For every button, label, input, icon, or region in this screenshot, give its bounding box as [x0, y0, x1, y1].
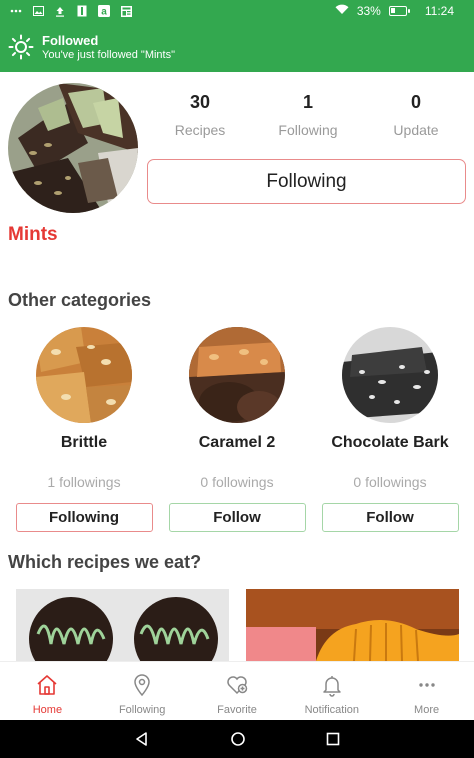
category-image[interactable]	[36, 327, 132, 423]
following-button[interactable]: Following	[147, 159, 466, 204]
category-title: Caramel 2	[198, 434, 276, 451]
battery-percent: 33%	[356, 4, 381, 18]
stat-value: 1	[302, 92, 313, 112]
home-button-icon[interactable]	[230, 731, 246, 747]
system-navigation-bar	[0, 720, 474, 758]
other-categories-title: Other categories	[8, 290, 152, 310]
profile-stats: 30 Recipes 1 Following 0 Update	[146, 92, 470, 138]
nav-label: Favorite	[217, 704, 257, 716]
battery-icon	[388, 6, 410, 16]
follow-button[interactable]: Follow	[321, 503, 459, 532]
notification-message: You've just followed "Mints"	[42, 48, 176, 61]
category-card-caramel-2: Caramel 2 0 followings Follow	[162, 327, 312, 532]
category-card-brittle: Brittle 1 followings Following	[9, 327, 159, 532]
follow-notification[interactable]: Followed You've just followed "Mints"	[0, 22, 474, 72]
recipe-card[interactable]	[16, 589, 229, 661]
bell-icon	[323, 676, 341, 697]
stat-value: 30	[189, 92, 211, 112]
clock: 11:24	[424, 4, 454, 18]
back-icon[interactable]	[134, 731, 150, 747]
upload-icon	[54, 5, 66, 17]
book-icon	[76, 5, 88, 17]
stat-label: Update	[393, 122, 439, 138]
category-title: Chocolate Bark	[331, 434, 449, 451]
nav-more[interactable]: More	[379, 662, 474, 720]
nav-notification[interactable]: Notification	[284, 662, 379, 720]
news-icon	[120, 5, 132, 17]
wifi-icon	[335, 4, 349, 18]
status-bar: a 33% 11:24	[0, 0, 474, 22]
category-card-chocolate-bark: Chocolate Bark 0 followings Follow	[315, 327, 465, 532]
category-image[interactable]	[189, 327, 285, 423]
more-icon	[418, 683, 435, 687]
stat-following[interactable]: 1 Following	[254, 92, 362, 138]
following-button[interactable]: Following	[15, 503, 153, 532]
nav-favorite[interactable]: Favorite	[190, 662, 285, 720]
category-name: Mints	[8, 224, 58, 245]
stat-label: Recipes	[174, 122, 226, 138]
svg-text:a: a	[101, 7, 107, 18]
category-image[interactable]	[342, 327, 438, 423]
recipes-section-title: Which recipes we eat?	[8, 552, 202, 572]
category-followings: 0 followings	[200, 474, 274, 490]
stat-recipes[interactable]: 30 Recipes	[146, 92, 254, 138]
bottom-navigation: Home Following Favorite Notification Mor…	[0, 661, 474, 720]
heart-plus-icon	[227, 676, 248, 695]
nav-label: Notification	[304, 704, 359, 716]
nav-label: More	[414, 704, 440, 716]
recipe-card[interactable]	[246, 589, 459, 661]
category-followings: 0 followings	[353, 474, 427, 490]
amazon-icon: a	[98, 5, 110, 17]
follow-button[interactable]: Follow	[168, 503, 306, 532]
home-icon	[37, 675, 57, 695]
category-title: Brittle	[60, 434, 108, 451]
stat-update[interactable]: 0 Update	[362, 92, 470, 138]
location-pin-icon	[134, 674, 150, 697]
sun-icon	[8, 34, 34, 60]
nav-label: Following	[118, 704, 166, 716]
nav-home[interactable]: Home	[0, 662, 95, 720]
more-icon	[10, 5, 22, 17]
nav-following[interactable]: Following	[95, 662, 190, 720]
stat-label: Following	[278, 122, 338, 138]
nav-label: Home	[32, 704, 63, 716]
notification-title: Followed	[42, 32, 99, 48]
category-avatar	[8, 83, 138, 213]
stat-value: 0	[410, 92, 421, 112]
image-icon	[32, 5, 44, 17]
recents-icon[interactable]	[326, 732, 340, 746]
category-followings: 1 followings	[47, 474, 121, 490]
